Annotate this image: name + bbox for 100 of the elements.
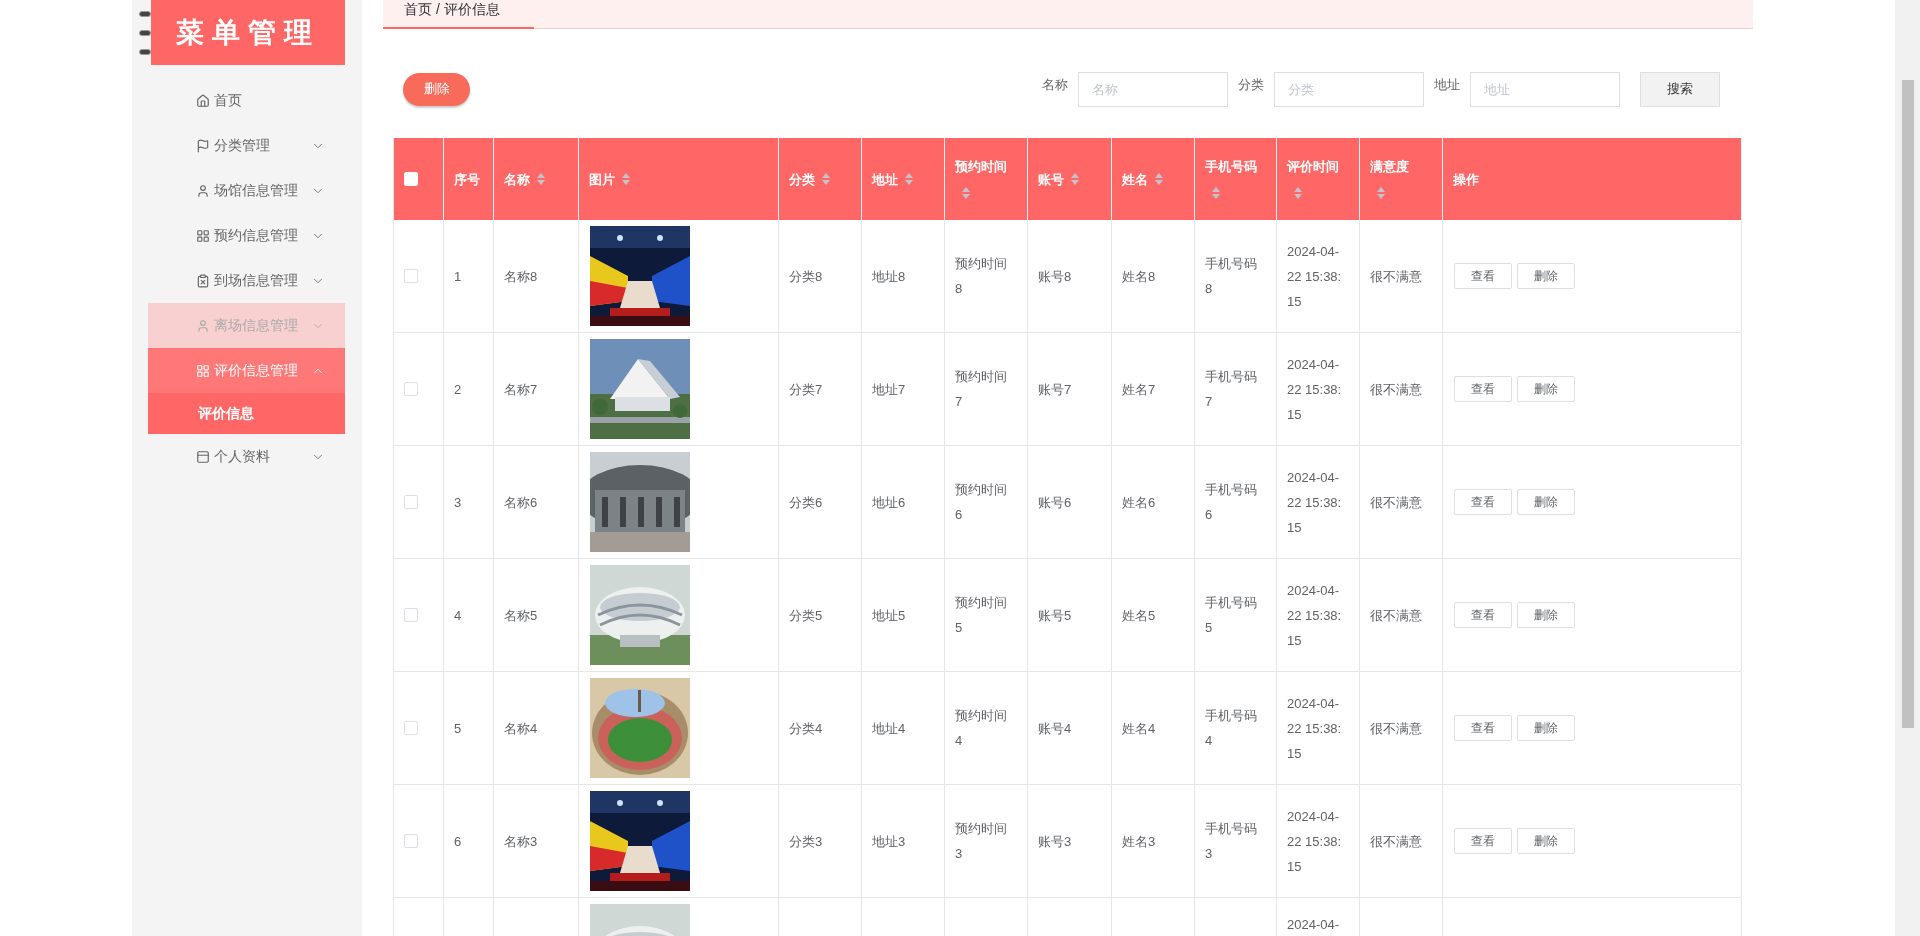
table-cell-text: 很不满意 [1370,606,1423,625]
table-cell-text: 3 [454,493,463,512]
table-cell-text: 很不满意 [1370,380,1423,399]
table-cell-text: 预约时间8 [955,255,1008,298]
user-icon [196,183,210,198]
sort-icon[interactable] [1070,172,1080,187]
column-header[interactable]: 序号 [454,171,480,187]
table-cell-text: 2024-04-22 15:38:15 [1287,581,1343,650]
view-button[interactable]: 查看 [1454,263,1512,289]
field-label: 名称 [1042,76,1068,95]
table-cell-text: 名称4 [504,719,539,738]
table-cell-text: 分类8 [789,267,824,286]
view-button[interactable]: 查看 [1454,715,1512,741]
column-header[interactable]: 满意度 [1370,158,1409,174]
checkbox[interactable] [404,721,418,735]
table-cell-text: 名称3 [504,832,539,851]
table-cell-text: 名称7 [504,380,539,399]
table-cell-text: 姓名7 [1122,380,1157,399]
search-field[interactable]: 名称 [1078,71,1228,107]
column-header[interactable]: 姓名 [1122,171,1148,187]
menu-item[interactable]: 分类管理 [148,123,345,168]
delete-button[interactable]: 删除 [1517,376,1575,402]
table-cell-text: 分类7 [789,380,824,399]
table-cell-text: 账号8 [1038,267,1073,286]
column-header[interactable]: 评价时间 [1287,158,1339,174]
view-button[interactable]: 查看 [1454,376,1512,402]
delete-button[interactable]: 删除 [1517,828,1575,854]
submenu-item[interactable]: 评价信息 [148,393,345,434]
column-header[interactable]: 图片 [589,171,615,187]
table-cell-text: 手机号码5 [1205,594,1258,637]
menu-item[interactable]: 预约信息管理 [148,213,345,258]
table-cell-text: 姓名4 [1122,719,1157,738]
search-button[interactable]: 搜索 [1640,71,1720,107]
table-cell-text: 2024-04- [1287,916,1341,934]
column-header[interactable]: 预约时间 [955,158,1007,174]
sort-icon[interactable] [1293,186,1303,201]
window-icon [196,449,210,464]
view-button[interactable]: 查看 [1454,602,1512,628]
table-cell-text: 姓名5 [1122,606,1157,625]
table-cell-text: 账号4 [1038,719,1073,738]
grid-icon [196,363,210,378]
checkbox[interactable] [404,382,418,396]
table-cell-text: 地址7 [872,380,907,399]
scrollbar-thumb[interactable] [1901,80,1914,728]
table-cell-text: 6 [454,832,463,851]
table-cell-text: 2024-04-22 15:38:15 [1287,807,1343,876]
table-cell-text: 地址8 [872,267,907,286]
menu-item[interactable]: 首页 [148,78,345,123]
view-button[interactable]: 查看 [1454,489,1512,515]
menu-item[interactable]: 个人资料 [148,434,345,479]
table-cell-text: 手机号码4 [1205,707,1258,750]
table-cell-text: 2024-04-22 15:38:15 [1287,468,1343,537]
home-icon [196,93,210,108]
search-field[interactable]: 地址 [1470,71,1620,107]
user-icon [196,318,210,333]
field-label: 地址 [1434,76,1460,95]
column-header[interactable]: 地址 [872,171,898,187]
table-cell-text: 预约时间6 [955,481,1008,524]
delete-button[interactable]: 删除 [403,72,470,106]
column-header[interactable]: 名称 [504,171,530,187]
breadcrumb-tab[interactable]: 首页 / 评价信息 [383,0,534,29]
column-header[interactable]: 账号 [1038,171,1064,187]
column-header[interactable]: 操作 [1453,171,1479,187]
table-cell-text: 预约时间3 [955,820,1008,863]
sort-icon[interactable] [821,172,831,187]
delete-button[interactable]: 删除 [1517,715,1575,741]
scrollbar[interactable] [1895,0,1920,936]
delete-button[interactable]: 删除 [1517,489,1575,515]
table-cell-text: 1 [454,267,463,286]
table-cell-text: 地址3 [872,832,907,851]
sort-icon[interactable] [1211,186,1221,201]
delete-button[interactable]: 删除 [1517,263,1575,289]
table-cell-text: 名称6 [504,493,539,512]
checkbox[interactable] [404,834,418,848]
delete-button[interactable]: 删除 [1517,602,1575,628]
table-cell-text: 账号5 [1038,606,1073,625]
menu-item[interactable]: 场馆信息管理 [148,168,345,213]
table-cell-text: 分类4 [789,719,824,738]
table-cell-text: 姓名3 [1122,832,1157,851]
sort-icon[interactable] [1154,172,1164,187]
checkbox[interactable] [404,269,418,283]
search-field[interactable]: 分类 [1274,71,1424,107]
table-cell-text: 地址4 [872,719,907,738]
sort-icon[interactable] [904,172,914,187]
view-button[interactable]: 查看 [1454,828,1512,854]
checkbox[interactable] [404,495,418,509]
sort-icon[interactable] [1376,186,1386,201]
checkbox[interactable] [404,608,418,622]
table-cell-text: 地址5 [872,606,907,625]
grid-icon [196,228,210,243]
menu-item[interactable]: 到场信息管理 [148,258,345,303]
column-header[interactable]: 手机号码 [1205,158,1257,174]
sort-icon[interactable] [961,186,971,201]
column-header[interactable]: 分类 [789,171,815,187]
table-cell-text: 姓名6 [1122,493,1157,512]
table-cell-text: 2024-04-22 15:38:15 [1287,694,1343,763]
table-cell-text: 名称5 [504,606,539,625]
table-cell-text: 分类3 [789,832,824,851]
sort-icon[interactable] [621,172,631,187]
sort-icon[interactable] [536,172,546,187]
